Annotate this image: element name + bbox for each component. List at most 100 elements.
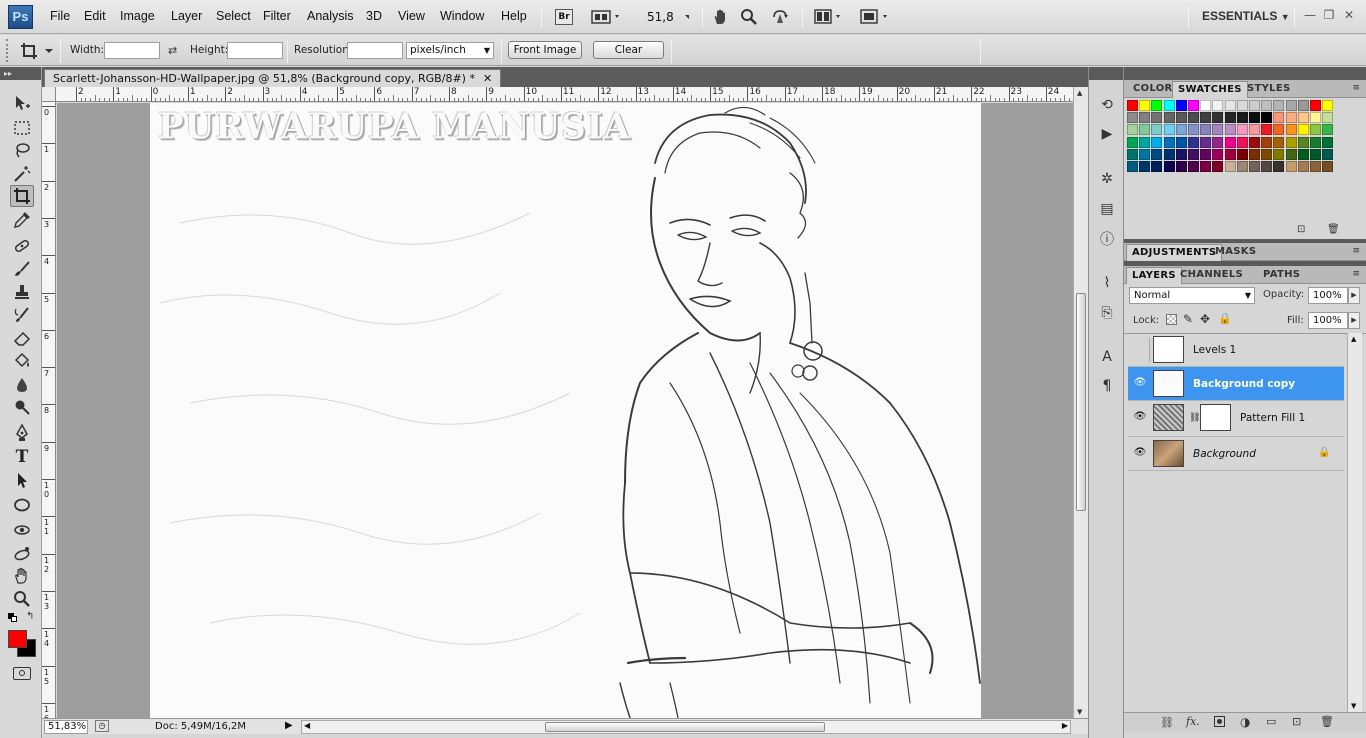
color-swatch[interactable] [1285, 148, 1297, 160]
menu-image[interactable]: Image [120, 9, 155, 23]
color-swatch[interactable] [1273, 124, 1285, 136]
marquee-tool[interactable] [10, 117, 34, 139]
color-swatch[interactable] [1127, 148, 1138, 160]
horizontal-scroll-thumb[interactable] [545, 722, 825, 732]
color-swatch[interactable] [1297, 136, 1309, 148]
color-swatch[interactable] [1310, 112, 1321, 124]
trash-icon[interactable]: 🗑 [1320, 715, 1334, 728]
color-swatch[interactable] [1236, 112, 1248, 124]
panel-menu-icon[interactable]: ≡ [1352, 83, 1360, 93]
close-button[interactable]: ✕ [1340, 8, 1358, 24]
workspace-switcher[interactable]: ESSENTIALS ▼ [1202, 9, 1290, 23]
tab-masks[interactable]: MASKS [1210, 244, 1261, 261]
color-swatch[interactable] [1310, 161, 1321, 172]
color-swatch[interactable] [1273, 161, 1285, 172]
menu-layer[interactable]: Layer [171, 9, 202, 23]
grip-handle[interactable] [6, 39, 10, 62]
paint-bucket-tool[interactable] [10, 350, 34, 372]
document-canvas[interactable]: PURWARUPA MANUSIA [150, 103, 981, 718]
color-swatch[interactable] [1297, 100, 1309, 111]
link-layers-icon[interactable]: ⛓ [1160, 716, 1174, 729]
color-swatch[interactable] [1322, 112, 1334, 124]
layer-row-background-copy[interactable]: 👁 Background copy [1128, 367, 1344, 401]
color-swatch[interactable] [1322, 136, 1334, 148]
swap-colors-icon[interactable]: ↰ [26, 611, 34, 622]
panel-menu-icon[interactable]: ≡ [1352, 269, 1360, 279]
crop-tool[interactable] [10, 185, 34, 207]
fill-input[interactable]: 100% [1308, 312, 1348, 329]
scroll-up-arrow-icon[interactable]: ▲ [1351, 335, 1356, 343]
color-swatch[interactable] [1175, 112, 1187, 124]
color-swatch[interactable] [1212, 148, 1224, 160]
color-swatch[interactable] [1188, 136, 1199, 148]
document-tab[interactable]: Scarlett-Johansson-HD-Wallpaper.jpg @ 51… [44, 69, 502, 87]
color-swatch[interactable] [1285, 112, 1297, 124]
color-swatch[interactable] [1151, 136, 1163, 148]
color-swatch[interactable] [1297, 161, 1309, 172]
tab-adjustments[interactable]: ADJUSTMENTS [1126, 244, 1223, 261]
default-colors-icon[interactable] [8, 613, 18, 623]
color-swatch[interactable] [1163, 124, 1175, 136]
tab-layers[interactable]: LAYERS [1126, 267, 1182, 284]
visibility-toggle[interactable] [1130, 338, 1150, 362]
clone-stamp-tool[interactable] [10, 281, 34, 303]
menu-select[interactable]: Select [216, 9, 251, 23]
color-swatch[interactable] [1297, 112, 1309, 124]
color-swatch[interactable] [1249, 148, 1260, 160]
resolution-input[interactable] [347, 42, 403, 59]
color-swatch[interactable] [1127, 112, 1138, 124]
color-swatch[interactable] [1212, 136, 1224, 148]
color-swatch[interactable] [1310, 148, 1321, 160]
color-swatch[interactable] [1273, 136, 1285, 148]
menu-filter[interactable]: Filter [263, 9, 291, 23]
fill-slider-arrow-icon[interactable]: ▶ [1348, 312, 1360, 329]
color-swatch[interactable] [1224, 124, 1236, 136]
trash-icon[interactable]: 🗑 [1327, 224, 1340, 235]
layer-row-pattern-fill[interactable]: 👁 ⛓ Pattern Fill 1 [1128, 401, 1344, 437]
bridge-button[interactable]: Br [553, 6, 575, 28]
color-swatch[interactable] [1224, 161, 1236, 172]
color-swatch[interactable] [1261, 161, 1273, 172]
color-swatch[interactable] [1224, 136, 1236, 148]
lasso-tool[interactable] [10, 139, 34, 161]
toolbox-header[interactable]: ▸▸ [0, 67, 41, 80]
3d-rotate-tool[interactable] [10, 519, 34, 541]
tab-paths[interactable]: PATHS [1258, 267, 1305, 284]
eye-icon[interactable]: 👁 [1132, 377, 1148, 391]
tool-preset-picker[interactable] [20, 41, 56, 61]
color-swatch[interactable] [1175, 124, 1187, 136]
color-swatch[interactable] [1249, 112, 1260, 124]
vertical-scroll-thumb[interactable] [1076, 293, 1086, 511]
scroll-left-arrow-icon[interactable]: ◀ [304, 721, 310, 730]
screen-mode-dropdown[interactable] [858, 6, 894, 28]
color-swatch[interactable] [1310, 100, 1321, 111]
color-swatch[interactable] [1273, 100, 1285, 111]
color-swatch[interactable] [1310, 124, 1321, 136]
color-swatch[interactable] [1200, 100, 1212, 111]
zoom-field[interactable]: 51,83% [44, 720, 88, 734]
color-swatch[interactable] [1249, 100, 1260, 111]
paragraph-panel-icon[interactable]: ¶ [1096, 375, 1118, 397]
color-swatch[interactable] [1224, 100, 1236, 111]
menu-3d[interactable]: 3D [366, 9, 382, 23]
brush-tool[interactable] [10, 258, 34, 280]
color-swatch[interactable] [1249, 136, 1260, 148]
color-swatch[interactable] [1212, 100, 1224, 111]
color-swatch[interactable] [1139, 100, 1151, 111]
color-swatch[interactable] [1236, 100, 1248, 111]
color-swatch[interactable] [1163, 112, 1175, 124]
lock-all-icon[interactable]: 🔒 [1218, 312, 1232, 325]
color-swatch[interactable] [1127, 161, 1138, 172]
color-swatch[interactable] [1151, 124, 1163, 136]
panel-menu-icon[interactable]: ≡ [1352, 246, 1360, 256]
color-swatch[interactable] [1285, 100, 1297, 111]
clone-source-panel-icon[interactable]: ⎘ [1096, 302, 1118, 324]
color-swatch[interactable] [1297, 148, 1309, 160]
new-layer-icon[interactable]: ⊡ [1292, 715, 1301, 728]
color-swatch[interactable] [1310, 136, 1321, 148]
lock-position-icon[interactable]: ✥ [1200, 312, 1210, 326]
vertical-scrollbar[interactable]: ▲ ▼ [1073, 87, 1088, 718]
zoom-tool[interactable] [10, 588, 34, 610]
color-swatch[interactable] [1200, 148, 1212, 160]
ruler-origin[interactable] [42, 87, 56, 102]
